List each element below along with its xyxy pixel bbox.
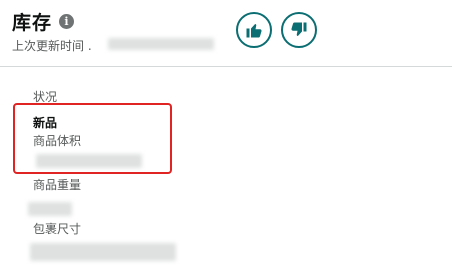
product-weight-label: 商品重量	[33, 178, 82, 192]
last-updated-value-redacted	[108, 38, 214, 50]
header-divider	[0, 66, 452, 67]
info-icon[interactable]: i	[59, 14, 74, 29]
thumbs-down-button[interactable]	[281, 12, 317, 48]
page-title: 库存	[12, 12, 53, 34]
last-updated-label: 上次更新时间 .	[12, 39, 92, 53]
product-weight-value-redacted	[28, 202, 72, 216]
inventory-header: 库存 i 上次更新时间 .	[0, 0, 452, 66]
thumbs-up-button[interactable]	[236, 12, 272, 48]
thumbs-down-icon	[291, 22, 307, 36]
thumbs-up-icon	[246, 24, 262, 38]
highlight-box	[13, 103, 172, 174]
package-size-value-redacted	[30, 243, 176, 261]
package-size-label: 包裹尺寸	[33, 222, 82, 236]
